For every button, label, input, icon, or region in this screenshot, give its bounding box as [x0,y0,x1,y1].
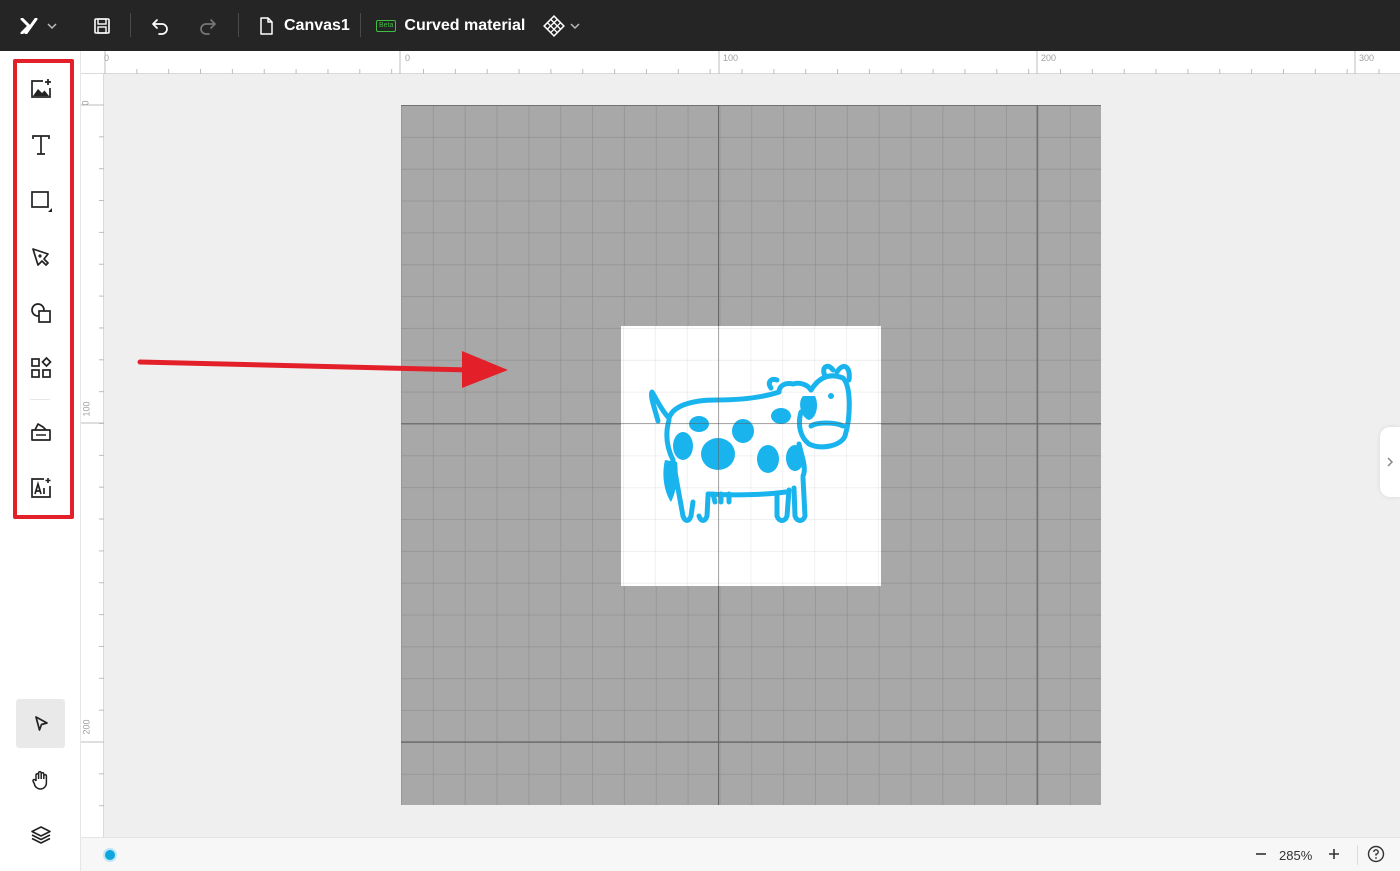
save-button[interactable] [88,0,116,51]
canvas-name: Canvas1 [284,16,350,34]
material-name: Curved material [404,16,526,34]
hand-tool-button[interactable] [16,755,65,804]
document-icon [260,16,273,35]
grid-pattern-icon [543,14,565,37]
redo-button[interactable] [194,0,222,51]
grid-major-line [718,105,719,805]
status-divider [1357,845,1358,865]
zoom-out-button[interactable] [1250,843,1272,865]
ruler-label: 200 [1041,53,1057,63]
chevron-down-icon [570,22,580,29]
ruler-label: 0 [80,100,91,106]
connection-status-dot[interactable] [103,848,117,862]
status-bar [81,837,1400,871]
select-tool-button[interactable] [16,699,65,748]
ruler-label: 100 [723,53,739,63]
chevron-down-icon [47,22,57,29]
ruler-label: 0 [104,53,110,63]
help-icon [1367,845,1385,863]
select-tool-icon [34,715,48,731]
layers-icon [30,825,51,844]
beta-badge: Beta [376,19,397,32]
canvas-name-tab[interactable]: Canvas1 [258,0,350,51]
undo-icon [152,18,168,35]
zoom-level: 285% [1279,848,1313,863]
zoom-in-button[interactable] [1323,843,1345,865]
chevron-right-icon [1387,457,1394,467]
cow-artwork[interactable] [621,326,881,586]
app-logo-icon [20,17,38,34]
plus-icon [1329,849,1339,859]
tool-highlight-box [13,59,74,519]
ruler-label: 200 [81,719,92,735]
vertical-ruler: 0 100 200 [81,74,104,837]
ruler-label: 100 [81,401,92,417]
ruler-ticks [104,51,1380,74]
top-toolbar: Canvas1 Beta Curved material [0,0,1400,51]
app-menu-button[interactable] [16,0,62,51]
right-panel-toggle[interactable] [1380,427,1400,497]
grid-settings-button[interactable] [540,0,584,51]
help-button[interactable] [1365,843,1387,865]
grid-major-line [401,741,1101,742]
material-selector[interactable]: Beta Curved material [376,0,525,51]
hand-tool-icon [31,770,47,790]
grid-major-line [401,423,1101,424]
redo-icon [200,18,216,35]
horizontal-ruler: 0 0 100 200 300 [81,51,1400,74]
ruler-label: 300 [1359,53,1375,63]
layers-button[interactable] [16,810,65,859]
annotation-arrow [137,351,508,388]
canvas-artboard[interactable] [621,326,881,586]
grid-major-line [1037,105,1038,805]
ruler-label: 0 [405,53,411,63]
minus-icon [1256,853,1266,855]
save-icon [94,17,110,34]
undo-button[interactable] [146,0,174,51]
